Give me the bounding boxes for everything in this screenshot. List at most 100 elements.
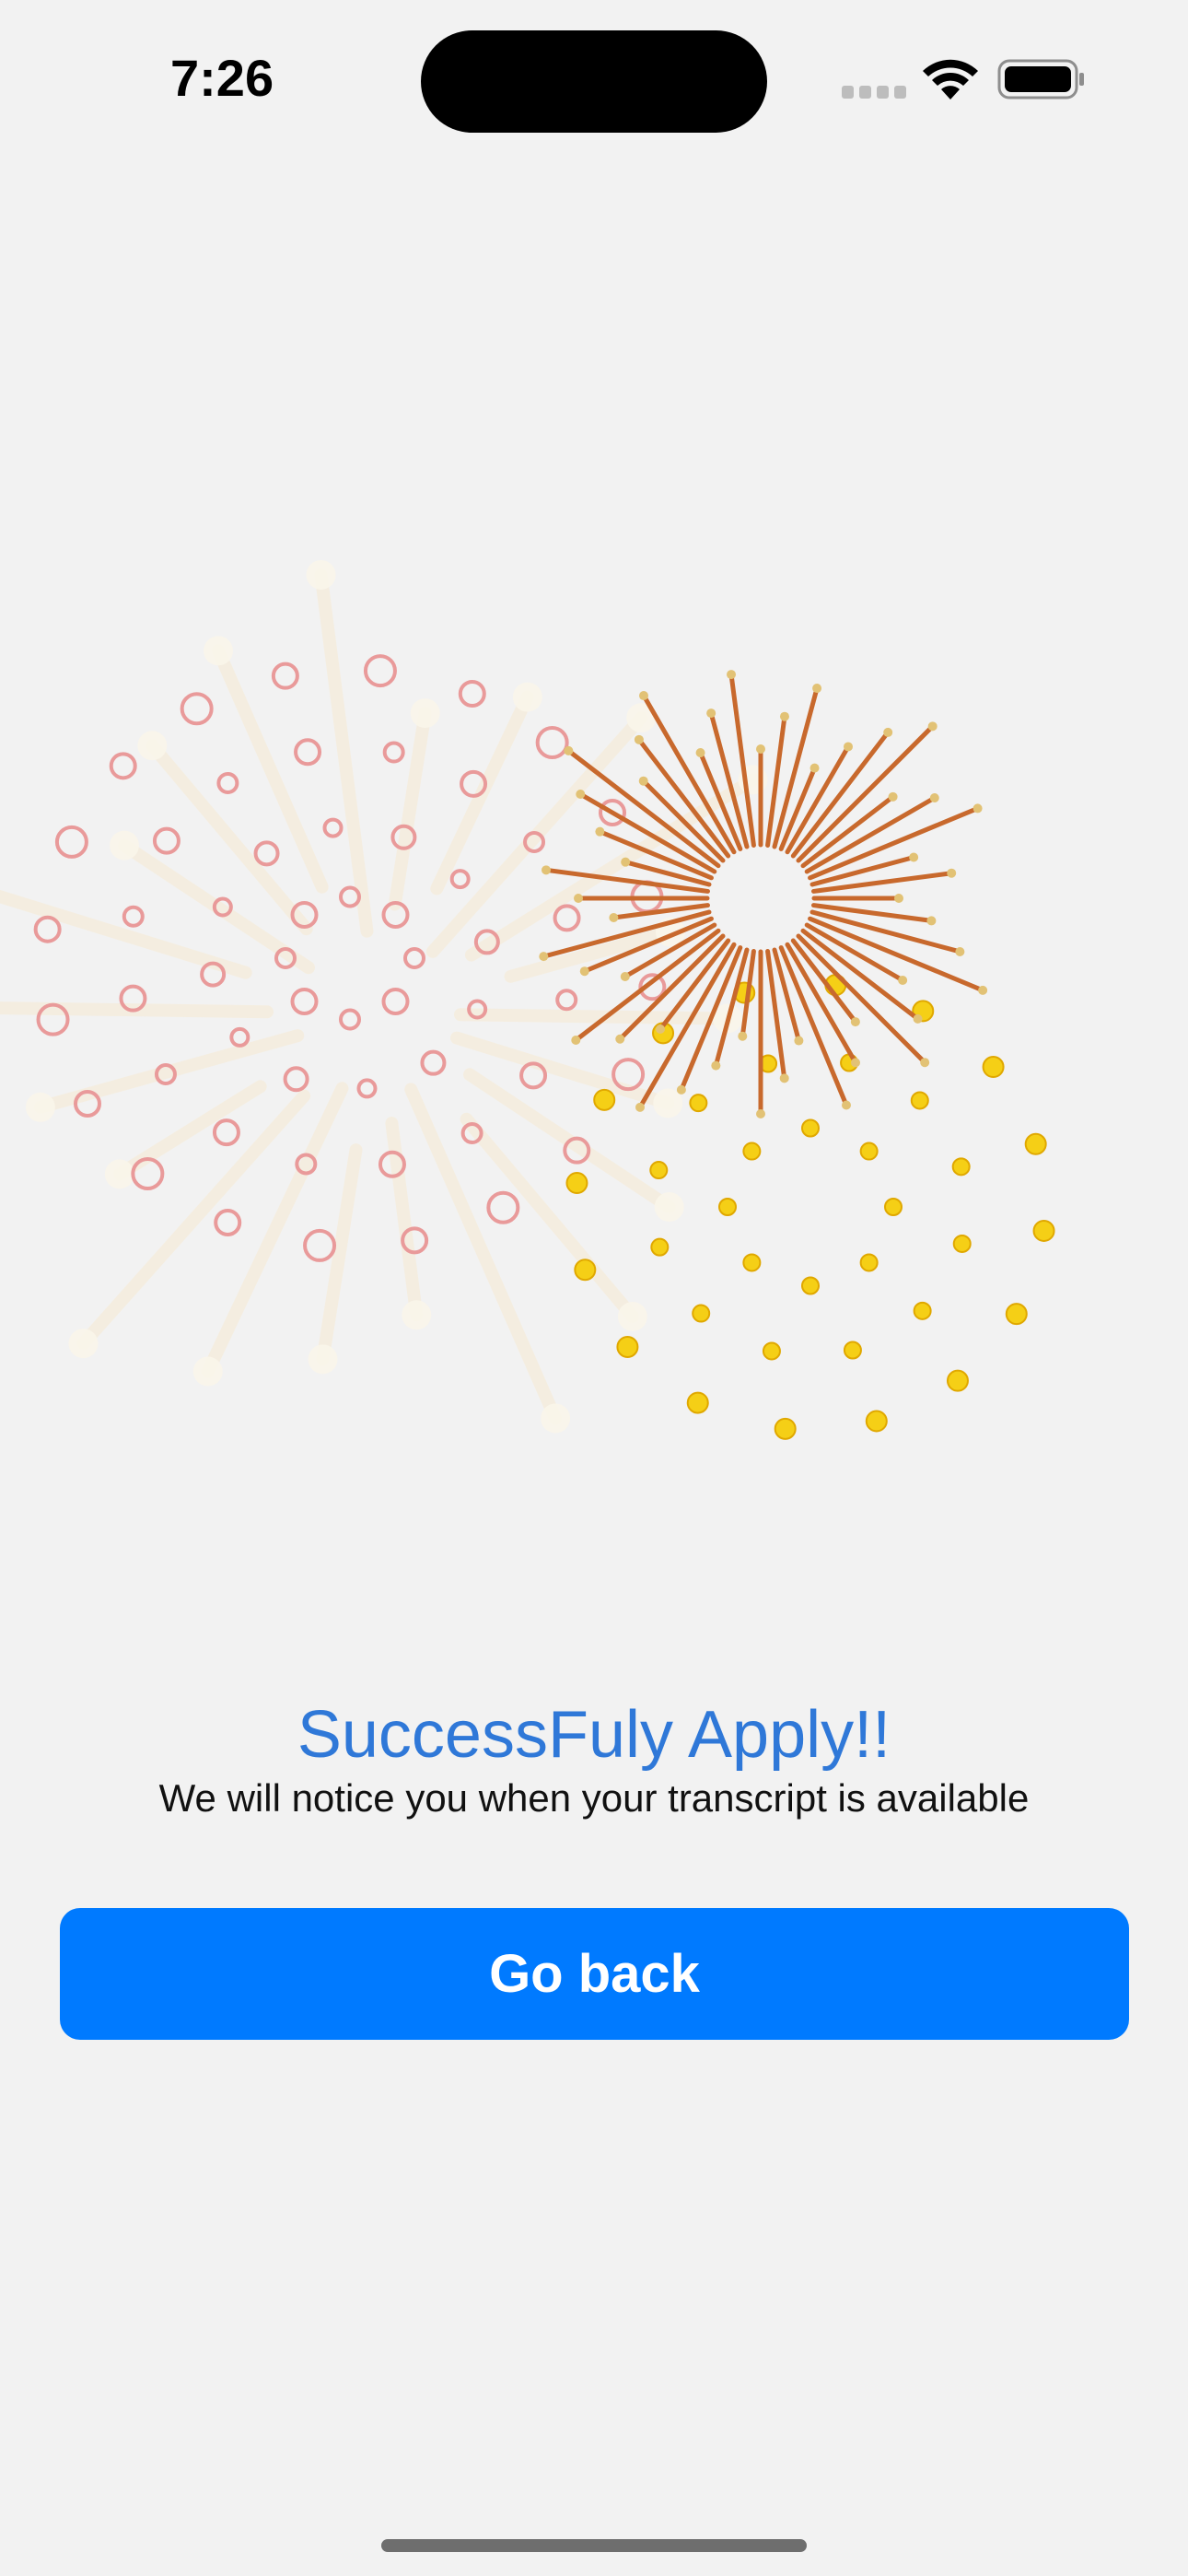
ray-tip — [639, 691, 648, 701]
ray-tip — [850, 1017, 860, 1027]
success-title: SuccessFuly Apply!! — [297, 1698, 891, 1772]
trail-head — [109, 830, 139, 861]
gold-dot — [565, 1172, 588, 1195]
ray-tip — [595, 826, 605, 837]
pink-ring — [229, 1026, 250, 1048]
pink-ring — [283, 1066, 309, 1093]
go-back-button[interactable]: Go back — [60, 1908, 1129, 2040]
pink-ring — [420, 1049, 447, 1076]
orange-ray — [809, 909, 962, 954]
ray-tip — [542, 865, 552, 875]
pink-ring — [555, 989, 578, 1012]
pink-ring — [290, 988, 319, 1016]
ray-tip — [841, 1100, 851, 1110]
ray-tip — [894, 894, 903, 903]
pink-ring — [212, 1118, 240, 1147]
ray-tip — [539, 952, 549, 962]
trail-head — [512, 682, 542, 712]
dynamic-island — [421, 30, 767, 133]
ray-tip — [579, 966, 589, 977]
pink-ring — [381, 988, 410, 1016]
ray-tip — [973, 803, 983, 814]
pink-ring — [458, 680, 486, 708]
pink-ring — [403, 947, 425, 969]
trail-head — [25, 1092, 55, 1122]
ray-tip — [913, 1013, 923, 1024]
trail-head — [654, 1192, 684, 1223]
ray-tip — [621, 857, 631, 867]
ray-tip — [756, 744, 765, 754]
ray-tip — [635, 1102, 645, 1112]
ray-tip — [920, 1058, 930, 1068]
trail-head — [410, 698, 440, 729]
pink-ring — [253, 840, 280, 867]
gold-dot — [910, 1091, 929, 1110]
ray-tip — [638, 776, 648, 786]
ray-tip — [794, 1036, 804, 1046]
gold-dot — [982, 1056, 1005, 1079]
ray-tip — [955, 946, 965, 956]
trail-head — [306, 559, 336, 590]
pink-ring — [535, 726, 569, 760]
ray-tip — [851, 1058, 860, 1068]
ray-tip — [909, 852, 919, 862]
trail-head — [204, 636, 234, 666]
trail-head — [68, 1329, 99, 1359]
gold-dot — [884, 1198, 903, 1216]
ray-tip — [564, 745, 574, 755]
ray-tip — [812, 684, 822, 694]
pink-ring — [553, 904, 581, 932]
wifi-icon — [923, 59, 978, 100]
trail — [314, 568, 374, 938]
pink-ring — [271, 662, 299, 690]
gold-dot — [774, 1417, 797, 1440]
ray-tip — [727, 670, 737, 680]
gold-dot — [913, 1301, 932, 1320]
ray-tip — [615, 1034, 625, 1044]
trail-head — [402, 1300, 432, 1330]
gold-dot — [843, 1341, 862, 1360]
orange-ray — [811, 871, 954, 894]
pink-ring — [382, 741, 405, 764]
gold-dot — [859, 1142, 879, 1161]
pink-ring — [303, 1228, 337, 1262]
trail-head — [541, 1403, 571, 1434]
ray-tip — [676, 1084, 686, 1095]
gold-dot — [616, 1335, 639, 1358]
ray-tip — [756, 1109, 765, 1118]
cellular-signal-icon — [842, 86, 906, 99]
gold-dot — [689, 1094, 708, 1113]
ray-tip — [574, 894, 583, 903]
gold-dot — [1005, 1303, 1028, 1326]
orange-ray — [641, 779, 726, 863]
home-indicator — [381, 2539, 807, 2552]
gold-dot — [649, 1161, 669, 1180]
ray-tip — [883, 727, 893, 737]
ray-tip — [576, 790, 586, 799]
gold-dot — [865, 1410, 888, 1433]
ray-tip — [656, 1025, 666, 1035]
ray-tip — [947, 868, 957, 878]
trail-head — [617, 1301, 647, 1331]
pink-ring — [363, 654, 397, 688]
success-subtitle: We will notice you when your transcript … — [158, 1776, 1030, 1820]
ray-tip — [711, 1060, 721, 1071]
ray-tip — [779, 711, 789, 721]
success-screen: 7:26 SuccessFuly Apply!! We will notice … — [0, 0, 1188, 2576]
gold-dot — [951, 1157, 971, 1177]
trail — [316, 1143, 363, 1366]
gold-dot — [1024, 1132, 1047, 1155]
ray-tip — [695, 748, 705, 758]
ray-tip — [634, 734, 644, 744]
battery-icon — [997, 59, 1084, 100]
ray-tip — [738, 1031, 748, 1041]
gold-dot — [718, 1198, 737, 1216]
pink-ring — [180, 692, 214, 726]
pink-ring — [322, 817, 344, 838]
pink-ring — [486, 1190, 520, 1224]
pink-ring — [122, 905, 145, 928]
ray-tip — [927, 721, 938, 732]
gold-dot — [946, 1369, 969, 1392]
ray-tip — [809, 763, 820, 773]
gold-dot — [742, 1253, 762, 1272]
